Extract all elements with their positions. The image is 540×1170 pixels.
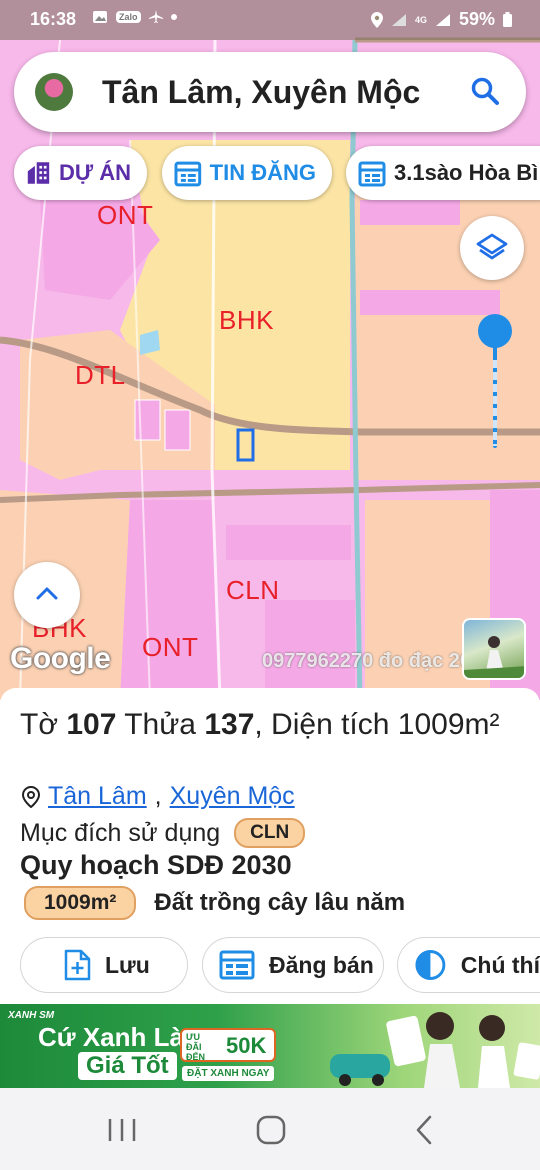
zone-label-bhk: BHK <box>219 305 274 335</box>
plot-number: 137 <box>204 708 255 741</box>
home-icon[interactable] <box>251 1114 291 1146</box>
post-for-sale-label: Đăng bán <box>269 951 374 978</box>
slider-ticks <box>493 356 497 446</box>
signal-icon <box>391 13 406 26</box>
area-value: 1009m² <box>397 708 500 741</box>
chip-listings[interactable]: TIN ĐĂNG <box>162 146 332 200</box>
chip-label: 3.1sào Hòa Bì <box>394 160 539 185</box>
add-file-icon <box>64 949 91 981</box>
post-for-sale-button[interactable]: Đăng bán <box>202 937 384 993</box>
battery-percent: 59% <box>458 9 495 29</box>
search-query[interactable]: Tân Lâm, Xuyên Mộc <box>102 74 420 111</box>
back-icon[interactable] <box>404 1114 444 1146</box>
zone-label-ont-2: ONT <box>142 632 199 662</box>
land-usage-row: Mục đích sử dụng CLN <box>20 818 306 848</box>
usage-code-badge: CLN <box>234 818 306 848</box>
commune-link[interactable]: Tân Lâm <box>48 782 147 811</box>
save-button[interactable]: Lưu <box>20 937 188 993</box>
sheet-number: 107 <box>66 708 117 741</box>
plan-area-badge: 1009m² <box>24 886 137 920</box>
app-logo-avatar[interactable] <box>35 73 73 111</box>
recent-apps-icon[interactable] <box>102 1114 142 1146</box>
expand-panel-button[interactable] <box>14 562 80 628</box>
signal-icon <box>435 13 450 26</box>
street-photo-thumbnail[interactable] <box>462 618 526 680</box>
ad-headline: Cứ Xanh Là <box>38 1022 184 1052</box>
google-logo: Google <box>10 642 111 675</box>
ad-banner[interactable]: XANH SM Cứ Xanh Là Giá Tốt ƯU ĐÃI ĐẾN 50… <box>0 1004 540 1088</box>
ad-subheadline: Giá Tốt <box>78 1052 177 1080</box>
plan-title: Quy hoạch SDĐ 2030 <box>20 850 292 880</box>
location-pin-icon <box>22 785 40 808</box>
network-type: 4G <box>414 14 427 25</box>
watermark-text: 0977962270 đo đạc 2030 <box>262 650 494 672</box>
area-label: , Diện tích <box>254 708 390 741</box>
parcel-location: Tân Lâm, Xuyên Mộc <box>22 782 295 811</box>
chip-saved-listing[interactable]: 3.1sào Hòa Bì <box>346 146 540 200</box>
location-icon <box>370 11 383 28</box>
sheet-label: Tờ <box>20 708 58 741</box>
ad-promo-value: 50K <box>226 1033 267 1058</box>
airplane-icon <box>148 10 163 23</box>
battery-icon <box>503 12 512 27</box>
ad-illustration <box>330 1012 540 1088</box>
opacity-slider[interactable] <box>478 314 512 450</box>
plot-label: Thửa <box>124 708 196 741</box>
system-nav-bar <box>0 1088 540 1170</box>
zalo-icon: Zalo <box>116 11 141 23</box>
status-time: 16:38 <box>30 9 77 29</box>
parcel-title: Tờ 107 Thửa 137, Diện tích 1009m² <box>20 706 520 744</box>
status-bar: 16:38 Zalo 4G 59% <box>0 0 540 40</box>
legend-icon <box>415 950 446 980</box>
chip-label: TIN ĐĂNG <box>209 160 316 185</box>
calendar-icon <box>358 161 386 187</box>
ad-brand: XANH SM <box>8 1010 55 1021</box>
ad-promo-label: ƯU ĐÃI ĐẾN <box>186 1032 206 1062</box>
ad-promo-badge: ƯU ĐÃI ĐẾN 50K <box>180 1028 276 1062</box>
ad-cta[interactable]: ĐẶT XANH NGAY <box>182 1066 275 1081</box>
image-icon <box>93 11 107 23</box>
legend-button[interactable]: Chú thí <box>397 937 540 993</box>
save-label: Lưu <box>105 951 150 978</box>
zone-label-ont: ONT <box>97 200 154 230</box>
layers-button[interactable] <box>460 216 524 280</box>
listing-icon <box>219 950 255 980</box>
search-icon[interactable] <box>470 76 500 106</box>
dot-icon <box>170 14 177 20</box>
plan-description: Đất trồng cây lâu năm <box>154 889 406 916</box>
layers-icon <box>476 233 508 260</box>
chip-label: DỰ ÁN <box>58 160 131 185</box>
legend-label: Chú thí <box>460 951 540 978</box>
slider-handle[interactable] <box>478 314 512 348</box>
zone-label-dtl: DTL <box>75 360 126 390</box>
usage-label: Mục đích sử dụng <box>20 818 221 847</box>
map-view[interactable]: ONT BHK DTL CLN BHK ONT 16:38 Zalo 4G 59… <box>0 0 540 700</box>
calendar-icon <box>174 161 202 187</box>
plan-row: 1009m² Đất trồng cây lâu năm <box>24 886 405 920</box>
zone-label-cln: CLN <box>226 575 280 605</box>
chevron-up-icon <box>36 587 58 600</box>
building-icon <box>27 162 50 184</box>
search-bar[interactable]: Tân Lâm, Xuyên Mộc <box>14 52 526 132</box>
chip-projects[interactable]: DỰ ÁN <box>14 146 147 200</box>
district-link[interactable]: Xuyên Mộc <box>170 782 295 811</box>
